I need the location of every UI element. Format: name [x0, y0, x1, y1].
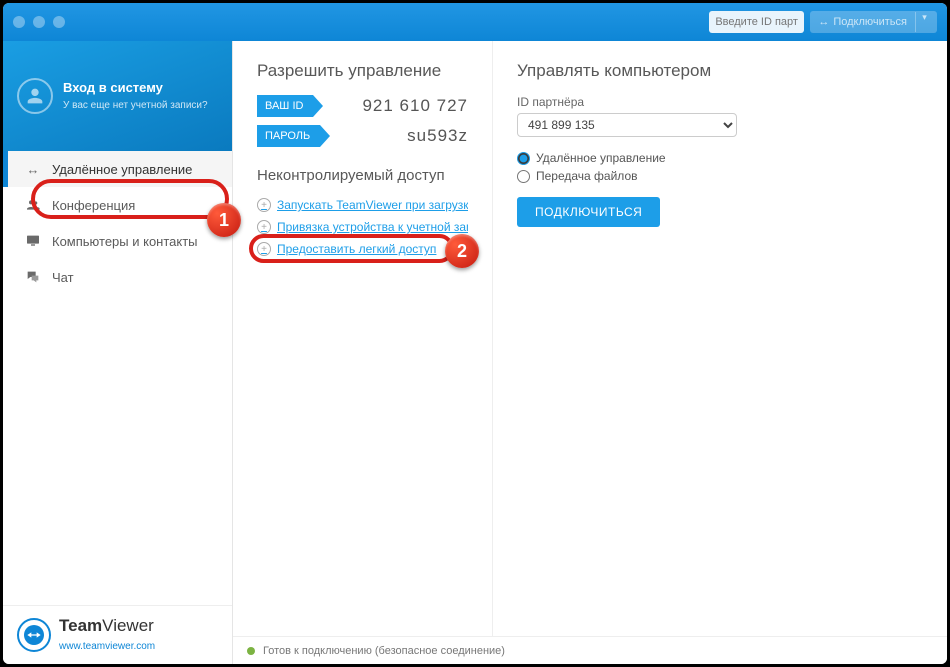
nav-remote-control[interactable]: ↔ Удалённое управление — [3, 151, 232, 187]
radio-file-transfer[interactable]: Передача файлов — [517, 167, 923, 185]
your-id-tag: ВАШ ID — [257, 95, 313, 117]
nav-computers[interactable]: Компьютеры и контакты — [3, 223, 232, 259]
nav-meeting[interactable]: Конференция — [3, 187, 232, 223]
sidebar-nav: ↔ Удалённое управление Конференция Компь… — [3, 151, 232, 605]
brand-text: TeamViewer — [59, 616, 154, 635]
minimize-dot[interactable] — [33, 16, 45, 28]
teamviewer-logo-icon — [17, 618, 51, 652]
radio-remote-input[interactable] — [517, 152, 530, 165]
annotation-badge-2: 2 — [445, 234, 479, 268]
monitor-icon — [24, 233, 42, 249]
titlebar-connect-label: Подключиться — [833, 16, 907, 28]
unattended-link-assign[interactable]: + Привязка устройства к учетной записи — [257, 216, 468, 238]
chat-icon — [24, 269, 42, 285]
link-text: Предоставить легкий доступ — [277, 242, 436, 256]
control-computer-panel: Управлять компьютером ID партнёра 491 89… — [493, 41, 947, 664]
sidebar: Вход в систему У вас еще нет учетной зап… — [3, 41, 233, 664]
brand-link[interactable]: www.teamviewer.com — [59, 641, 155, 652]
nav-label: Чат — [52, 270, 74, 285]
connect-button[interactable]: ПОДКЛЮЧИТЬСЯ — [517, 197, 660, 227]
titlebar-connect-button[interactable]: ↔ Подключиться ▾ — [810, 11, 937, 33]
plus-icon: + — [257, 198, 271, 212]
plus-icon: + — [257, 242, 271, 256]
sidebar-footer: TeamViewer www.teamviewer.com — [3, 605, 232, 664]
radio-label: Удалённое управление — [536, 151, 666, 165]
password-value: su593z — [407, 126, 468, 146]
group-icon — [24, 197, 42, 213]
app-window: ↔ Подключиться ▾ Вход в систему У вас ещ… — [3, 3, 947, 664]
radio-label: Передача файлов — [536, 169, 638, 183]
unattended-link-easy-access[interactable]: + Предоставить легкий доступ — [257, 238, 468, 260]
radio-remote-control[interactable]: Удалённое управление — [517, 149, 923, 167]
nav-label: Конференция — [52, 198, 135, 213]
password-tag: ПАРОЛЬ — [257, 125, 320, 147]
nav-label: Удалённое управление — [52, 162, 192, 177]
status-dot-icon — [247, 647, 255, 655]
close-dot[interactable] — [13, 16, 25, 28]
titlebar: ↔ Подключиться ▾ — [3, 3, 947, 41]
maximize-dot[interactable] — [53, 16, 65, 28]
unattended-title: Неконтролируемый доступ — [257, 167, 468, 184]
partner-id-label: ID партнёра — [517, 95, 923, 109]
login-subtitle: У вас еще нет учетной записи? — [63, 100, 208, 111]
avatar-icon — [17, 78, 53, 114]
login-title: Вход в систему — [63, 80, 208, 95]
nav-chat[interactable]: Чат — [3, 259, 232, 295]
titlebar-partner-input[interactable] — [709, 11, 804, 33]
annotation-badge-1: 1 — [207, 203, 241, 237]
allow-title: Разрешить управление — [257, 61, 468, 81]
unattended-link-startup[interactable]: + Запускать TeamViewer при загрузке с... — [257, 194, 468, 216]
radio-file-input[interactable] — [517, 170, 530, 183]
swap-icon: ↔ — [818, 16, 829, 28]
link-text: Привязка устройства к учетной записи — [277, 220, 468, 234]
status-bar: Готов к подключению (безопасное соединен… — [233, 636, 947, 664]
sidebar-login[interactable]: Вход в систему У вас еще нет учетной зап… — [3, 41, 232, 151]
control-title: Управлять компьютером — [517, 61, 923, 81]
main-area: Разрешить управление ВАШ ID 921 610 727 … — [233, 41, 947, 664]
chevron-down-icon[interactable]: ▾ — [915, 12, 929, 32]
plus-icon: + — [257, 220, 271, 234]
traffic-lights — [13, 16, 65, 28]
allow-control-panel: Разрешить управление ВАШ ID 921 610 727 … — [233, 41, 493, 664]
nav-label: Компьютеры и контакты — [52, 234, 198, 249]
status-text: Готов к подключению (безопасное соединен… — [263, 645, 505, 657]
swap-icon: ↔ — [24, 162, 42, 177]
partner-id-select[interactable]: 491 899 135 — [517, 113, 737, 137]
link-text: Запускать TeamViewer при загрузке с... — [277, 198, 468, 212]
your-id-value: 921 610 727 — [362, 96, 468, 116]
